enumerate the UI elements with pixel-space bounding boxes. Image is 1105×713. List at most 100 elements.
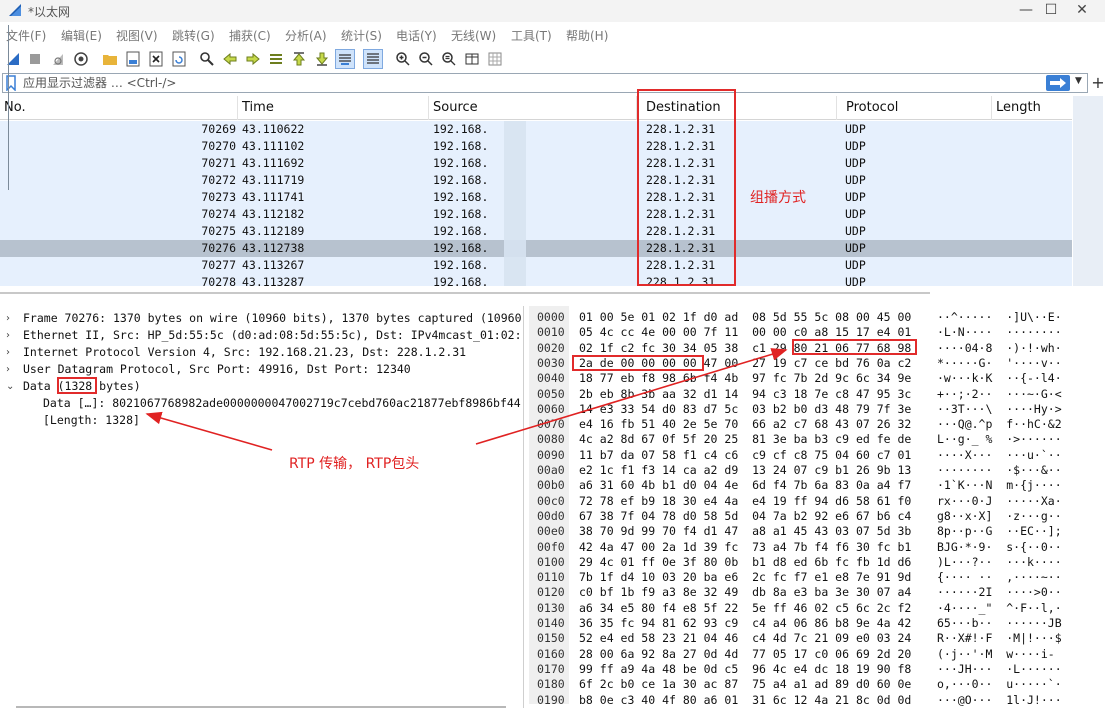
menu-go[interactable]: 跳转(G)	[172, 27, 215, 44]
table-row[interactable]: 70274 43.112182 192.168. 228.1.2.31 UDP	[0, 206, 1072, 223]
cell-source: 192.168.	[433, 190, 489, 204]
chevron-right-icon[interactable]: ›	[6, 361, 10, 378]
menu-statistics[interactable]: 统计(S)	[341, 27, 382, 44]
auto-scroll-icon[interactable]	[335, 49, 355, 69]
shark-fin-start-icon[interactable]	[3, 49, 23, 69]
cell-no: 70271	[201, 156, 236, 170]
cell-protocol: UDP	[845, 139, 866, 153]
cell-source: 192.168.	[433, 258, 489, 272]
display-filter-bar: ▼	[2, 73, 1088, 93]
detail-tree-item[interactable]: › Frame 70276: 1370 bytes on wire (10960 …	[0, 310, 524, 327]
table-row[interactable]: 70275 43.112189 192.168. 228.1.2.31 UDP	[0, 223, 1072, 240]
display-filter-input[interactable]	[23, 74, 1038, 92]
detail-text: [Length: 1328]	[43, 413, 140, 427]
layout-icon[interactable]	[485, 49, 505, 69]
menu-tools[interactable]: 工具(T)	[511, 27, 552, 44]
window-title: *以太网	[28, 5, 71, 19]
cell-source: 192.168.	[433, 207, 489, 221]
resize-columns-icon[interactable]	[462, 49, 482, 69]
detail-text: Ethernet II, Src: HP_5d:55:5c (d0:ad:08:…	[23, 328, 522, 342]
packet-list-hscrollbar[interactable]	[0, 292, 930, 294]
detail-tree-item[interactable]: › Internet Protocol Version 4, Src: 192.1…	[0, 344, 524, 361]
table-row[interactable]: 70271 43.111692 192.168. 228.1.2.31 UDP	[0, 155, 1072, 172]
filter-history-chevron-down-icon[interactable]: ▼	[1075, 76, 1082, 86]
table-row[interactable]: 70270 43.111102 192.168. 228.1.2.31 UDP	[0, 138, 1072, 155]
menu-telephony[interactable]: 电话(Y)	[396, 27, 437, 44]
rtp-header-highlight-box-2	[572, 355, 704, 371]
cell-time: 43.110622	[242, 122, 305, 136]
column-time[interactable]: Time	[238, 96, 429, 120]
stop-capture-icon[interactable]	[25, 49, 45, 69]
go-to-packet-icon[interactable]	[266, 49, 286, 69]
reload-file-icon[interactable]	[169, 49, 189, 69]
go-last-icon[interactable]	[312, 49, 332, 69]
cell-no: 70273	[201, 190, 236, 204]
redacted-source-mask	[504, 121, 526, 138]
chevron-right-icon[interactable]: ›	[6, 310, 10, 327]
cell-time: 43.111719	[242, 173, 305, 187]
chevron-right-icon[interactable]: ›	[6, 344, 10, 361]
chevron-down-icon[interactable]: ⌄	[6, 378, 14, 395]
column-source[interactable]: Source	[429, 96, 637, 120]
redacted-source-mask	[504, 206, 526, 223]
wireshark-fin-icon	[9, 4, 21, 16]
table-row[interactable]: 70277 43.113267 192.168. 228.1.2.31 UDP	[0, 257, 1072, 274]
offset: 0190	[537, 692, 565, 707]
column-no[interactable]: No.	[0, 96, 238, 120]
menu-analyze[interactable]: 分析(A)	[285, 27, 327, 44]
column-protocol[interactable]: Protocol	[842, 96, 992, 120]
cell-no: 70269	[201, 122, 236, 136]
detail-tree-item[interactable]: [Length: 1328]	[0, 412, 524, 429]
menu-view[interactable]: 视图(V)	[116, 27, 158, 44]
colorize-icon[interactable]	[363, 49, 383, 69]
open-file-icon[interactable]	[100, 49, 120, 69]
detail-tree-item[interactable]: › Ethernet II, Src: HP_5d:55:5c (d0:ad:08…	[0, 327, 524, 344]
multicast-annotation: 组播方式	[750, 190, 806, 206]
close-icon[interactable]: ✕	[1059, 0, 1105, 22]
menu-capture[interactable]: 捕获(C)	[229, 27, 271, 44]
packet-list-scrollbar[interactable]	[1073, 96, 1103, 286]
zoom-out-icon[interactable]	[416, 49, 436, 69]
zoom-in-icon[interactable]	[393, 49, 413, 69]
details-hscrollbar[interactable]	[16, 706, 506, 708]
menu-wireless[interactable]: 无线(W)	[451, 27, 496, 44]
detail-tree-item[interactable]: Data […]: 8021067768982ade00000000470027…	[0, 395, 524, 412]
go-first-icon[interactable]	[289, 49, 309, 69]
cell-protocol: UDP	[845, 156, 866, 170]
cell-source: 192.168.	[433, 122, 489, 136]
add-filter-button[interactable]: +	[1091, 73, 1105, 93]
menu-file[interactable]: 文件(F)	[6, 27, 46, 44]
menu-help[interactable]: 帮助(H)	[566, 27, 608, 44]
bookmark-icon[interactable]	[5, 75, 17, 91]
normal-size-icon[interactable]	[439, 49, 459, 69]
redacted-source-mask	[504, 257, 526, 274]
column-length[interactable]: Length	[992, 96, 1072, 120]
cell-no: 70276	[201, 241, 236, 255]
detail-text: Data […]: 8021067768982ade00000000470027…	[43, 396, 521, 410]
table-row[interactable]: 70272 43.111719 192.168. 228.1.2.31 UDP	[0, 172, 1072, 189]
close-file-icon[interactable]	[146, 49, 166, 69]
cell-source: 192.168.	[433, 275, 489, 286]
go-forward-icon[interactable]	[243, 49, 263, 69]
save-file-icon[interactable]	[123, 49, 143, 69]
restart-capture-icon[interactable]	[48, 49, 68, 69]
go-back-icon[interactable]	[220, 49, 240, 69]
table-row[interactable]: 70278 43.113287 192.168. 228.1.2.31 UDP	[0, 274, 1072, 286]
table-row[interactable]: 70276 43.112738 192.168. 228.1.2.31 UDP	[0, 240, 1072, 257]
cell-source: 192.168.	[433, 139, 489, 153]
cell-protocol: UDP	[845, 258, 866, 272]
cell-time: 43.111692	[242, 156, 305, 170]
cell-protocol: UDP	[845, 224, 866, 238]
table-row[interactable]: 70269 43.110622 192.168. 228.1.2.31 UDP	[0, 121, 1072, 138]
find-packet-icon[interactable]	[197, 49, 217, 69]
cell-no: 70272	[201, 173, 236, 187]
capture-options-icon[interactable]	[71, 49, 91, 69]
cell-no: 70275	[201, 224, 236, 238]
table-row[interactable]: 70273 43.111741 192.168. 228.1.2.31 UDP	[0, 189, 1072, 206]
cell-protocol: UDP	[845, 275, 866, 286]
cell-time: 43.112182	[242, 207, 305, 221]
chevron-right-icon[interactable]: ›	[6, 327, 10, 344]
detail-tree-item[interactable]: › User Datagram Protocol, Src Port: 49916…	[0, 361, 524, 378]
menu-edit[interactable]: 编辑(E)	[61, 27, 102, 44]
apply-filter-arrow-icon[interactable]	[1046, 75, 1070, 91]
